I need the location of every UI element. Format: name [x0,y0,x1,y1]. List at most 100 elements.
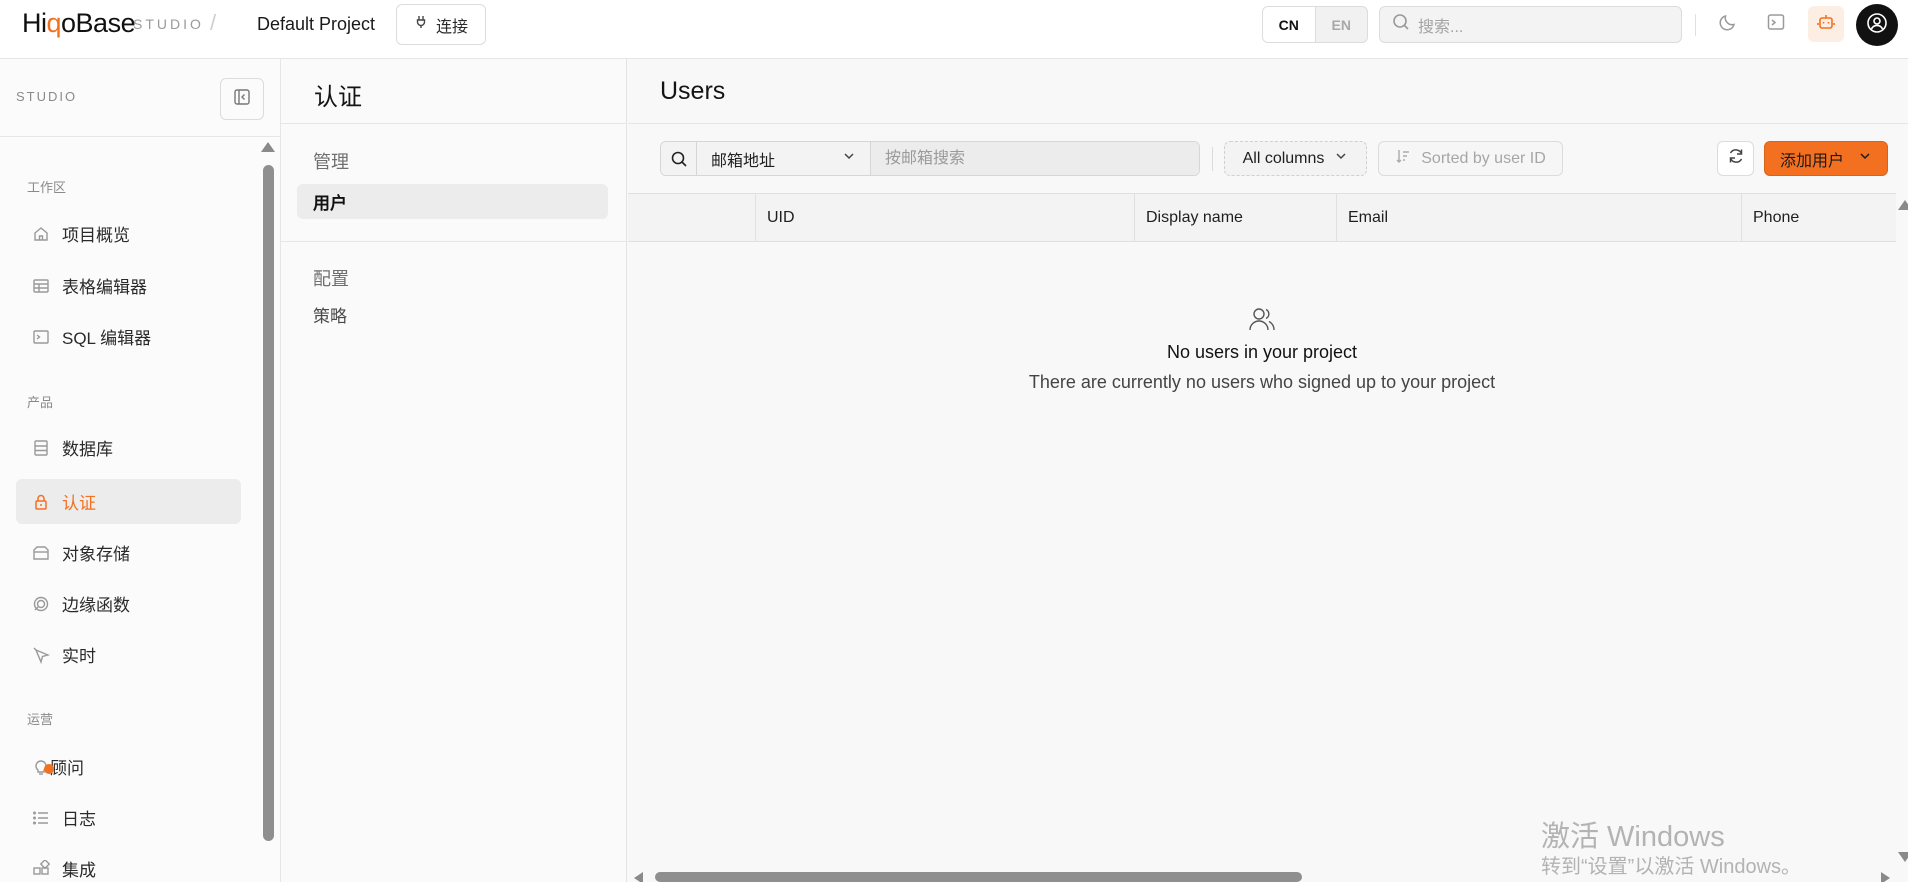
users-table-header: UID Display name Email Phone [628,194,1896,242]
sidebar-item-label: 对象存储 [62,545,130,564]
sidebar-item-label: 项目概览 [62,226,130,245]
breadcrumb-separator: / [210,10,217,35]
email-search-input[interactable] [871,142,1199,175]
search-placeholder: 搜索... [1418,18,1464,36]
global-search[interactable]: 搜索... [1379,6,1682,43]
table-horizontal-scrollbar[interactable] [655,872,1302,882]
sidebar-section-products: 产品 [27,395,54,410]
sidebar-item-sql-editor[interactable]: SQL 编辑器 [16,314,241,359]
sidebar-studio-label: STUDIO [16,89,78,104]
table-scroll-left-arrow[interactable] [634,872,643,882]
sidebar-section-workspace: 工作区 [27,180,67,195]
table-scroll-right-arrow[interactable] [1881,872,1890,882]
chevron-down-icon [1858,149,1872,168]
sidebar-item-database[interactable]: 数据库 [16,425,241,470]
select-column-header [628,194,755,242]
column-header-display-name[interactable]: Display name [1134,194,1336,242]
sidebar-item-logs[interactable]: 日志 [16,795,241,840]
all-columns-button[interactable]: All columns [1224,141,1367,176]
auth-item-users[interactable]: 用户 [297,184,608,219]
divider [628,123,1908,124]
sidebar-item-storage[interactable]: 对象存储 [16,530,241,575]
project-name[interactable]: Default Project [257,14,375,35]
sort-icon [1395,148,1411,169]
sidebar-item-auth[interactable]: 认证 [16,479,241,524]
users-icon [628,304,1896,334]
sidebar-item-label: 实时 [62,647,96,666]
connect-button[interactable]: 连接 [396,4,486,45]
sidebar-item-realtime[interactable]: 实时 [16,632,241,677]
sort-button[interactable]: Sorted by user ID [1378,141,1563,176]
collapse-sidebar-button[interactable] [220,78,264,120]
empty-state-description: There are currently no users who signed … [1028,372,1496,392]
table-icon [32,277,50,295]
sidebar-item-integrations[interactable]: 集成 [16,846,241,882]
sidebar-item-label: 边缘函数 [62,596,130,615]
sort-label: Sorted by user ID [1421,149,1546,167]
sidebar-scrollbar[interactable] [263,165,274,841]
user-filter: 邮箱地址 [660,141,1200,176]
logo[interactable]: HiqoBase [22,8,136,39]
sidebar-item-edge-functions[interactable]: 边缘函数 [16,581,241,626]
sidebar-item-label: SQL 编辑器 [62,329,152,348]
terminal-icon [1766,12,1786,37]
terminal-button[interactable] [1758,6,1794,42]
top-divider [1695,14,1696,36]
user-avatar-icon [1865,11,1889,40]
column-header-phone[interactable]: Phone [1741,194,1896,242]
filter-field-select[interactable]: 邮箱地址 [697,142,871,175]
divider [281,123,627,124]
moon-icon [1718,12,1738,37]
auth-item-policies[interactable]: 策略 [297,297,608,332]
top-bar: HiqoBase STUDIO / Default Project 连接 CN … [0,0,1908,59]
auth-panel-title: 认证 [314,84,362,111]
sidebar-item-label: 数据库 [62,440,113,459]
realtime-icon [32,646,50,664]
chevron-down-icon [1334,149,1348,168]
sidebar-item-label: 认证 [62,494,96,513]
column-header-uid[interactable]: UID [755,194,1134,242]
chevron-down-icon [842,149,856,168]
list-icon [32,809,50,827]
user-avatar-button[interactable] [1856,4,1898,46]
sidebar-item-advisor[interactable]: 顾问 [16,744,241,789]
sidebar-item-overview[interactable]: 项目概览 [16,211,241,256]
sidebar-item-label: 顾问 [50,759,84,778]
auth-group-manage: 管理 [313,152,349,172]
home-icon [32,225,50,243]
advisor-badge-dot [44,763,54,774]
column-header-email[interactable]: Email [1336,194,1741,242]
sidebar-item-table-editor[interactable]: 表格编辑器 [16,263,241,308]
empty-state: No users in your project There are curre… [628,304,1896,393]
auth-menu-panel: 认证 管理 用户 配置 策略 [281,59,627,882]
lang-cn-button[interactable]: CN [1263,7,1316,42]
refresh-button[interactable] [1717,141,1754,176]
sidebar-scroll-up-arrow[interactable] [261,142,275,152]
watermark-line-1: 激活 Windows [1541,821,1725,853]
main-content: Users 邮箱地址 All columns Sorted by user ID… [628,59,1908,882]
theme-toggle-button[interactable] [1710,6,1746,42]
sidebar: STUDIO 工作区 项目概览 表格编辑器 SQL 编辑器 产品 数据库 认证 … [0,59,281,882]
search-icon [661,142,697,175]
toolbar-divider [1212,147,1213,171]
table-scroll-down-arrow[interactable] [1898,852,1908,862]
lightbulb-icon [32,758,54,776]
sidebar-item-label: 集成 [62,861,96,880]
lang-en-button[interactable]: EN [1316,7,1368,42]
search-icon [1392,13,1410,36]
filter-field-label: 邮箱地址 [711,152,776,170]
assistant-button[interactable] [1808,6,1844,42]
sidebar-header: STUDIO [0,59,280,137]
add-user-button[interactable]: 添加用户 [1764,141,1888,176]
database-icon [32,439,50,457]
assistant-icon [1816,12,1836,37]
watermark-line-2: 转到“设置”以激活 Windows。 [1541,855,1802,878]
table-scroll-up-arrow[interactable] [1898,200,1908,210]
refresh-icon [1727,147,1745,170]
page-title: Users [660,77,726,105]
connect-label: 连接 [435,18,468,36]
lock-icon [32,493,50,511]
collapse-icon [233,88,251,111]
integrations-icon [32,859,50,878]
language-toggle: CN EN [1262,6,1368,43]
